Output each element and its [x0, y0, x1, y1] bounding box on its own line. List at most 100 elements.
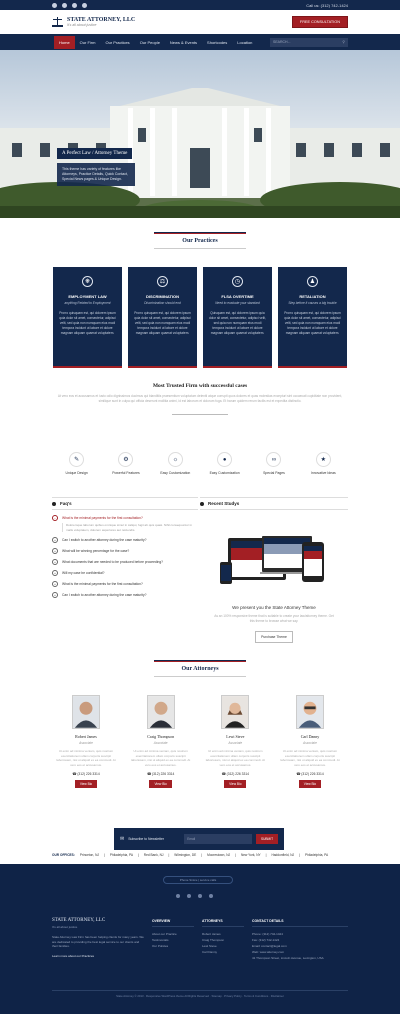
attorney-card: Robert James Associate Ut enim ad minima… — [54, 695, 118, 788]
attorney-photo[interactable] — [295, 695, 324, 729]
office-link[interactable]: Red Bank, NJ — [144, 853, 164, 857]
practices-section: Our Practices ❋ EMPLOYMENT LAW anything … — [0, 232, 400, 368]
nav-news-events[interactable]: News & Events — [165, 36, 202, 49]
newsletter-submit-button[interactable]: SUBMIT — [256, 834, 278, 844]
attorney-role: Associate — [303, 741, 317, 745]
office-link[interactable]: Wilmington, DE — [174, 853, 196, 857]
footer-overview-title: OVERVIEW — [152, 918, 194, 927]
attorney-phone: ☎ (312) 226 3314 — [72, 772, 100, 776]
feature-list: ✎ Unique Design ⚙ Powerful Features ☼ Ea… — [52, 452, 348, 475]
plus-icon: + — [52, 570, 58, 576]
trusted-section: Most Trusted Firm with successful cases … — [0, 383, 400, 417]
studys-heading: We present you the State Attorney Theme — [232, 605, 316, 610]
attorney-name: Craig Thompson — [147, 734, 175, 739]
twitter-icon[interactable] — [187, 894, 191, 898]
logo[interactable]: STATE ATTORNEY, LLC It's all about justi… — [52, 17, 135, 27]
view-bio-button[interactable]: View Bio — [149, 780, 172, 788]
top-bar: Call us: (312) 742-1424 — [0, 0, 400, 10]
office-link[interactable]: Princeton, NJ — [80, 853, 99, 857]
faq-answer: Doloremque laborum quibus omnique simul … — [62, 523, 198, 532]
attorney-photo[interactable] — [72, 695, 100, 729]
footer-link[interactable]: Our Policies — [152, 943, 194, 949]
practice-card[interactable]: ◷ FLSA OVERTIME Need to evaluate your st… — [203, 267, 272, 368]
plus-icon: + — [52, 592, 58, 598]
trusted-text: At vero eos et accusamus et iusto odio d… — [57, 394, 343, 403]
attorney-photo[interactable] — [221, 695, 250, 729]
office-link[interactable]: New York, NY — [241, 853, 261, 857]
recent-studys-section: Recent Studys We present you the State A… — [200, 497, 348, 643]
practice-body: Prorro quisquam est, qui dolorem ipsum q… — [284, 311, 341, 335]
linkedin-icon[interactable] — [209, 894, 213, 898]
nav-our-people[interactable]: Our People — [135, 36, 165, 49]
attorney-phone-number: (312) 226 3314 — [77, 772, 100, 776]
footer-link[interactable]: Carl Danny — [202, 949, 244, 955]
faq-item[interactable]: + Can I switch to another attorney durin… — [52, 537, 198, 543]
purchase-theme-button[interactable]: Purchase Theme — [255, 631, 293, 643]
plus-icon: + — [52, 559, 58, 565]
nav-our-firm[interactable]: Our Firm — [75, 36, 101, 49]
practice-title: RETALIATION — [299, 294, 326, 299]
plus-icon: + — [52, 581, 58, 587]
bulb-icon: ★ — [315, 452, 331, 467]
faq-item[interactable]: + What documents that are needed to be p… — [52, 559, 198, 565]
twitter-icon[interactable] — [62, 2, 67, 8]
attorney-bio: Ut enim ad minima veniam, quis nostrum e… — [280, 749, 340, 767]
attorney-list: Robert James Associate Ut enim ad minima… — [0, 695, 400, 788]
view-bio-button[interactable]: View Bio — [298, 780, 322, 788]
office-link[interactable]: Haddonfield, NJ — [271, 853, 294, 857]
practice-cards: ❋ EMPLOYMENT LAW anything Related to Emp… — [0, 267, 400, 368]
newsletter-label: Subscribe to Newsletter — [128, 837, 165, 841]
pen-icon: ✎ — [69, 452, 85, 467]
attorney-phone-number: (312) 226 3314 — [226, 772, 250, 776]
view-bio-button[interactable]: View Bio — [224, 780, 247, 788]
attorney-name: Lewi Steve — [226, 734, 245, 739]
practice-card[interactable]: ♟ RETALIATION Step before it causes a bi… — [278, 267, 347, 368]
practice-card[interactable]: ⚖ DISCRIMINATION Discrimination should e… — [128, 267, 197, 368]
practice-card[interactable]: ❋ EMPLOYMENT LAW anything Related to Emp… — [53, 267, 122, 368]
newsletter-email-input[interactable]: Email — [184, 834, 252, 844]
learn-more-link[interactable]: Learn more about our Practices — [52, 953, 144, 959]
free-consultation-button[interactable]: FREE CONSULTATION — [291, 16, 348, 28]
ornament-divider — [172, 412, 228, 417]
footer-attorneys-title: ATTORNEYS — [202, 918, 244, 927]
footer-contact-title: CONTACT DETAILS — [252, 918, 348, 927]
office-link[interactable]: Moorestown, NJ — [207, 853, 230, 857]
footer-about: STATE ATTORNEY, LLC It's all about justi… — [52, 918, 144, 959]
attorney-photo[interactable] — [146, 695, 175, 729]
google-plus-icon[interactable] — [72, 2, 77, 8]
feature-item: ⚙ Powerful Features — [101, 452, 150, 475]
nav-shortcodes[interactable]: Shortcodes — [202, 36, 232, 49]
hero-caption-title: A Perfect Law / Attorney Theme — [57, 148, 133, 159]
facebook-icon[interactable] — [52, 2, 57, 8]
footer-overview: OVERVIEW About our Practice Testimonials… — [152, 918, 194, 949]
nav-home[interactable]: Home — [54, 35, 75, 49]
faq-item-open[interactable]: − What is the minimal payments for the f… — [52, 515, 198, 521]
footer-about-text: State Attorney Law Firm has been helping… — [52, 935, 144, 948]
faq-item[interactable]: + What is the minimal payments for the f… — [52, 581, 198, 587]
nav-our-practices[interactable]: Our Practices — [100, 36, 134, 49]
feature-label: Unique Design — [65, 471, 88, 475]
facebook-icon[interactable] — [176, 894, 180, 898]
settings-icon: ⚙ — [118, 452, 134, 467]
feature-label: Special Pages — [263, 471, 285, 475]
search-input[interactable]: SEARCH... ⚲ — [270, 37, 348, 47]
view-bio-button[interactable]: View Bio — [74, 780, 98, 788]
brand-tagline: It's all about justice — [67, 23, 97, 27]
linkedin-icon[interactable] — [82, 2, 87, 8]
office-link[interactable]: Philadelphia, PA — [110, 853, 133, 857]
attorney-role: Associate — [228, 741, 243, 745]
search-icon[interactable]: ⚲ — [342, 40, 345, 44]
practice-subtitle: anything Related to Employment — [64, 301, 111, 305]
faq-item[interactable]: + Will my case be confidential? — [52, 570, 198, 576]
practice-title: FLSA OVERTIME — [221, 294, 254, 299]
practice-subtitle: Step before it causes a big trouble — [288, 301, 337, 305]
google-plus-icon[interactable] — [198, 894, 202, 898]
feature-label: Easy Customization — [209, 471, 240, 475]
contact-address: 41 Thompson Street, Lincoln Avenue, Lexi… — [252, 956, 324, 960]
faq-item[interactable]: + What will be winning percentage for th… — [52, 548, 198, 554]
nav-location[interactable]: Location — [232, 36, 257, 49]
studys-title: Recent Studys — [208, 501, 240, 506]
office-link[interactable]: Philadelphia, PA — [305, 853, 328, 857]
faq-item[interactable]: + Can I switch to another attorney durin… — [52, 592, 198, 598]
footer-pill[interactable]: Phone Sinice | service calls — [163, 876, 233, 884]
